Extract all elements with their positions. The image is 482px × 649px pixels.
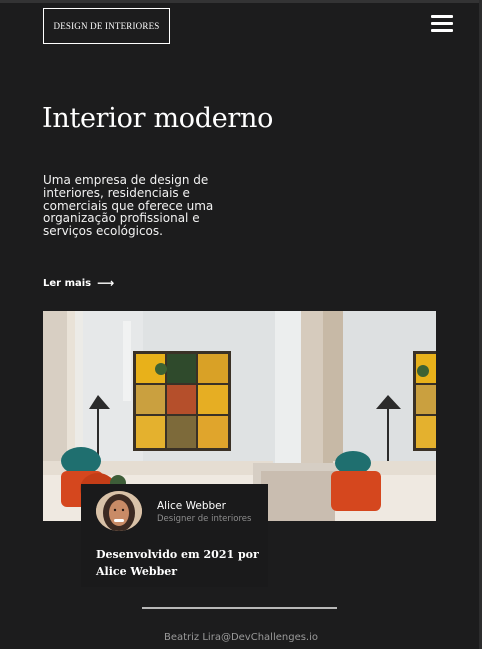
top-strip	[0, 0, 482, 3]
avatar	[96, 491, 142, 531]
footer-divider	[142, 607, 337, 609]
menu-bar	[431, 29, 453, 32]
author-role: Designer de interiores	[157, 514, 252, 524]
logo[interactable]: DESIGN DE INTERIORES	[43, 8, 170, 44]
footer-credit: Beatriz Lira@DevChallenges.io	[163, 632, 319, 643]
menu-bar	[431, 15, 453, 18]
menu-bar	[431, 22, 453, 25]
page-title: Interior moderno	[42, 103, 274, 134]
hero-description: Uma empresa de design de interiores, res…	[43, 173, 214, 239]
hamburger-menu-icon[interactable]	[431, 15, 453, 33]
author-card: Alice Webber Designer de interiores Dese…	[81, 484, 268, 587]
logo-text: DESIGN DE INTERIORES	[53, 21, 160, 31]
credit-text: Desenvolvido em 2021 por Alice Webber	[96, 548, 259, 578]
arrow-right-icon: ⟶	[97, 276, 115, 290]
read-more-link[interactable]: Ler mais ⟶	[43, 276, 114, 290]
author-name: Alice Webber	[157, 500, 226, 512]
read-more-label: Ler mais	[43, 277, 92, 289]
